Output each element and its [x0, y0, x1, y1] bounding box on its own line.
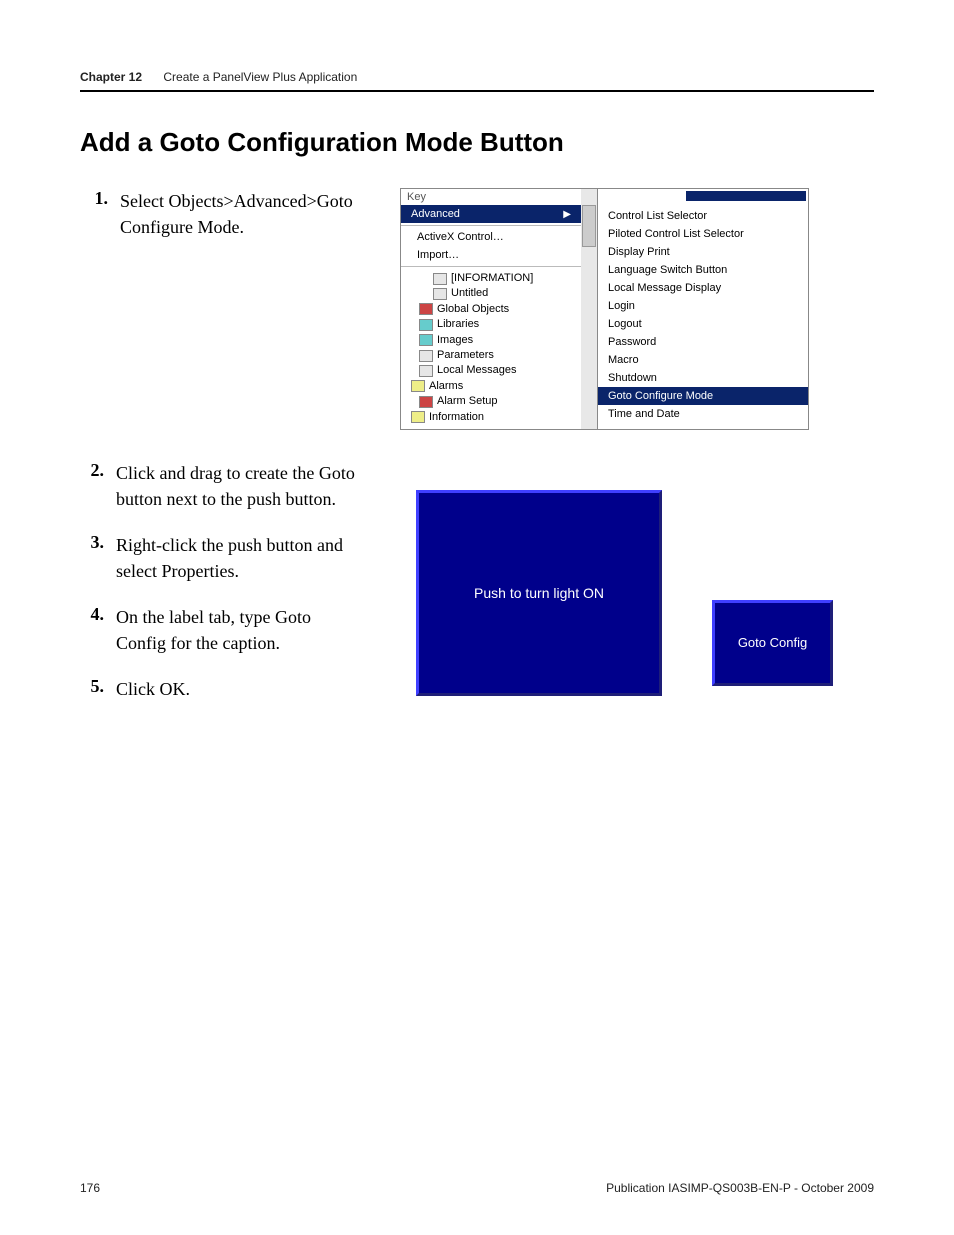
- titlebar-fragment: [686, 191, 806, 201]
- submenu-item[interactable]: Time and Date: [598, 405, 808, 423]
- goto-button-label: Goto Config: [738, 635, 807, 650]
- tree-item[interactable]: Parameters: [411, 348, 577, 363]
- folder-icon: [419, 319, 433, 331]
- menu-item-activex[interactable]: ActiveX Control…: [401, 228, 581, 246]
- menu-item-import[interactable]: Import…: [401, 246, 581, 264]
- tree-item[interactable]: Images: [411, 333, 577, 348]
- alarm-icon: [419, 396, 433, 408]
- tree-item[interactable]: Global Objects: [411, 302, 577, 317]
- doc-icon: [419, 350, 433, 362]
- submenu-item[interactable]: Logout: [598, 315, 808, 333]
- submenu-item[interactable]: Shutdown: [598, 369, 808, 387]
- step-item: 2. Click and drag to create the Goto but…: [80, 460, 356, 512]
- section-title: Add a Goto Configuration Mode Button: [80, 127, 874, 158]
- menu-item-advanced[interactable]: Advanced ▶: [401, 205, 581, 223]
- folder-icon: [411, 380, 425, 392]
- step-text: On the label tab, type Goto Config for t…: [116, 604, 356, 656]
- step-number: 1.: [84, 188, 108, 209]
- submenu-arrow-icon: ▶: [563, 209, 571, 220]
- header-rule: [80, 90, 874, 92]
- menu-left-panel: Key Advanced ▶ ActiveX Control… Import… …: [400, 188, 581, 430]
- goto-config-button[interactable]: Goto Config: [712, 600, 833, 686]
- scroll-thumb[interactable]: [582, 205, 596, 247]
- doc-icon: [433, 288, 447, 300]
- page-number: 176: [80, 1181, 100, 1195]
- push-button[interactable]: Push to turn light ON: [416, 490, 662, 696]
- step-text: Click OK.: [116, 676, 190, 702]
- chapter-title: Create a PanelView Plus Application: [163, 70, 357, 84]
- tree-item[interactable]: Libraries: [411, 317, 577, 332]
- menu-item-label: Advanced: [411, 208, 460, 220]
- tree-item[interactable]: Alarms: [411, 379, 577, 394]
- folder-icon: [411, 411, 425, 423]
- menu-figure: Key Advanced ▶ ActiveX Control… Import… …: [400, 188, 809, 430]
- folder-icon: [419, 334, 433, 346]
- tree-item[interactable]: [INFORMATION]: [411, 271, 577, 286]
- tree-item[interactable]: Local Messages: [411, 363, 577, 378]
- submenu-item[interactable]: Local Message Display: [598, 279, 808, 297]
- step-text: Right-click the push button and select P…: [116, 532, 356, 584]
- step-text: Click and drag to create the Goto button…: [116, 460, 356, 512]
- menu-separator: [401, 225, 581, 226]
- step-item: 5. Click OK.: [80, 676, 356, 702]
- page-footer: 176 Publication IASIMP-QS003B-EN-P - Oct…: [80, 1181, 874, 1195]
- step-number: 3.: [80, 532, 104, 553]
- tree-item[interactable]: Information: [411, 410, 577, 425]
- step-item: 1. Select Objects>Advanced>Goto Configur…: [84, 188, 360, 240]
- scrollbar[interactable]: [581, 188, 597, 430]
- submenu-item[interactable]: Control List Selector: [598, 207, 808, 225]
- doc-icon: [433, 273, 447, 285]
- folder-icon: [419, 303, 433, 315]
- submenu-item[interactable]: Piloted Control List Selector: [598, 225, 808, 243]
- tree-item[interactable]: Alarm Setup: [411, 394, 577, 409]
- chapter-label: Chapter 12: [80, 70, 142, 84]
- menu-top-truncated: Key: [401, 189, 581, 205]
- submenu-item[interactable]: Display Print: [598, 243, 808, 261]
- tree-item[interactable]: Untitled: [411, 286, 577, 301]
- submenu-item[interactable]: Macro: [598, 351, 808, 369]
- submenu-panel: Control List Selector Piloted Control Li…: [597, 188, 809, 430]
- step-number: 2.: [80, 460, 104, 481]
- submenu-item-goto-configure[interactable]: Goto Configure Mode: [598, 387, 808, 405]
- page-header: Chapter 12 Create a PanelView Plus Appli…: [80, 70, 874, 84]
- submenu-item[interactable]: Language Switch Button: [598, 261, 808, 279]
- menu-separator: [401, 266, 581, 267]
- step-number: 5.: [80, 676, 104, 697]
- step-number: 4.: [80, 604, 104, 625]
- step-item: 3. Right-click the push button and selec…: [80, 532, 356, 584]
- publication-info: Publication IASIMP-QS003B-EN-P - October…: [606, 1181, 874, 1195]
- button-figure: Push to turn light ON Goto Config: [416, 490, 833, 696]
- push-button-label: Push to turn light ON: [474, 585, 604, 601]
- doc-icon: [419, 365, 433, 377]
- step-item: 4. On the label tab, type Goto Config fo…: [80, 604, 356, 656]
- step-text: Select Objects>Advanced>Goto Configure M…: [120, 188, 360, 240]
- submenu-item[interactable]: Login: [598, 297, 808, 315]
- tree-view: [INFORMATION] Untitled Global Objects Li…: [401, 269, 581, 429]
- submenu-item[interactable]: Password: [598, 333, 808, 351]
